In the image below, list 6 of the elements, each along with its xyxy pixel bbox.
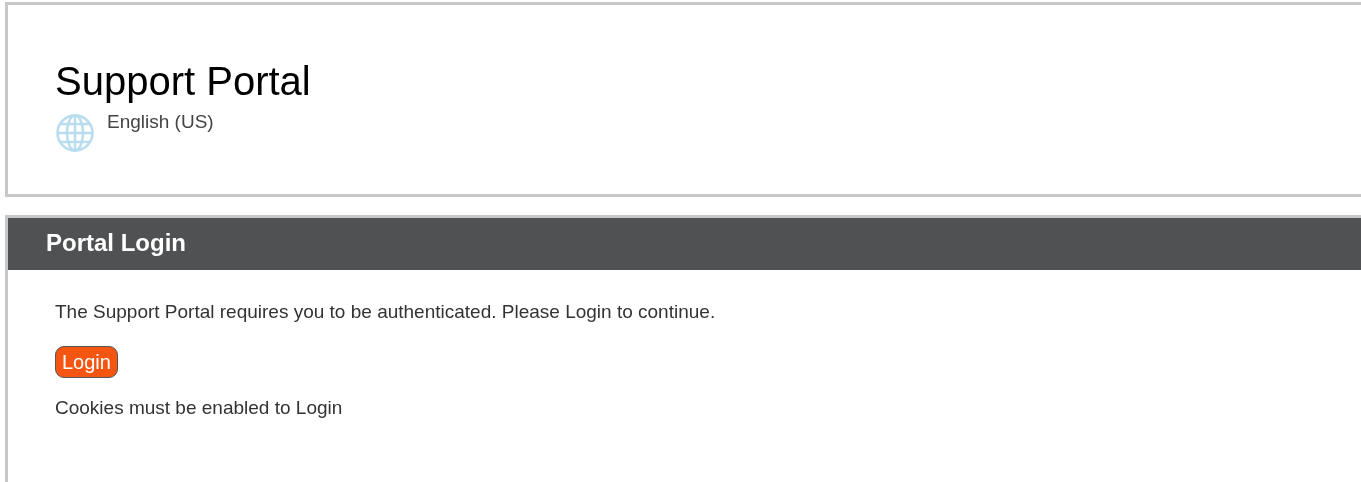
language-label[interactable]: English (US) [107, 111, 214, 133]
auth-message: The Support Portal requires you to be authenticated. Please Login to continue. [55, 300, 717, 324]
panel-header: Portal Login [8, 218, 1361, 270]
cookies-note: Cookies must be enabled to Login [55, 396, 344, 420]
globe-icon [55, 113, 95, 153]
page-title: Support Portal [55, 58, 311, 105]
